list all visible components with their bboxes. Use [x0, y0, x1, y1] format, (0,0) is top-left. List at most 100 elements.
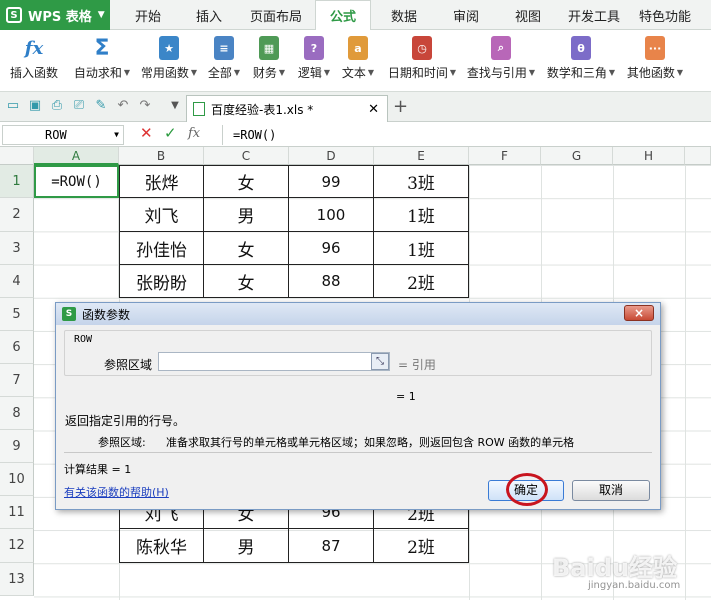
ribbon-label: 数学和三角 — [546, 66, 607, 80]
help-link[interactable]: 有关该函数的帮助(H) — [64, 484, 169, 500]
math-trig-button[interactable]: θ 数学和三角 ▼ — [542, 34, 620, 90]
cell-d3[interactable]: 96 — [289, 232, 374, 265]
tab-home[interactable]: 开始 — [126, 0, 170, 30]
insert-function-button[interactable]: fx 插入函数 — [4, 34, 64, 90]
cell-d4[interactable]: 88 — [289, 265, 374, 298]
cell-d2[interactable]: 100 — [289, 198, 374, 232]
text-book-icon: a — [348, 36, 368, 60]
row-header-1[interactable]: 1 — [0, 165, 34, 198]
app-menu-button[interactable]: S WPS 表格 ▼ — [0, 0, 110, 30]
chevron-down-icon: ▼ — [367, 68, 375, 77]
cell-b3[interactable]: 孙佳怡 — [119, 232, 204, 265]
row-header-10[interactable]: 10 — [0, 463, 34, 496]
row-header-12[interactable]: 12 — [0, 529, 34, 563]
cell-e3[interactable]: 1班 — [374, 232, 469, 265]
document-tab[interactable]: 百度经验-表1.xls * ✕ — [186, 95, 388, 122]
tab-special[interactable]: 特色功能 — [636, 0, 694, 30]
chevron-down-icon: ▼ — [608, 68, 616, 77]
cell-c4[interactable]: 女 — [204, 265, 289, 298]
cell-b2[interactable]: 刘飞 — [119, 198, 204, 232]
chevron-down-icon: ▼ — [123, 68, 131, 77]
format-painter-icon[interactable]: ✎ — [94, 99, 108, 113]
cell-b12[interactable]: 陈秋华 — [119, 529, 204, 563]
name-box-value: ROW — [45, 128, 67, 142]
other-functions-button[interactable]: ··· 其他函数 ▼ — [624, 34, 686, 90]
tab-page-layout[interactable]: 页面布局 — [246, 0, 306, 30]
clock-book-icon: ◷ — [412, 36, 432, 60]
date-time-button[interactable]: ◷ 日期和时间 ▼ — [383, 34, 461, 90]
tab-review[interactable]: 审阅 — [446, 0, 486, 30]
row-header-7[interactable]: 7 — [0, 364, 34, 397]
logic-button[interactable]: ? 逻辑 ▼ — [295, 34, 333, 90]
select-all-corner[interactable] — [0, 147, 34, 165]
insert-function-fx-icon[interactable]: fx — [188, 126, 200, 141]
app-name: WPS 表格 — [28, 9, 92, 25]
column-header-f[interactable]: F — [469, 147, 541, 165]
finance-button[interactable]: ▦ 财务 ▼ — [250, 34, 288, 90]
print-preview-icon[interactable]: ⎙ — [50, 99, 64, 113]
cell-c3[interactable]: 女 — [204, 232, 289, 265]
tab-formulas[interactable]: 公式 — [315, 0, 371, 30]
row-header-2[interactable]: 2 — [0, 198, 34, 232]
cell-e1[interactable]: 3班 — [374, 165, 469, 198]
cell-c1[interactable]: 女 — [204, 165, 289, 198]
column-header-d[interactable]: D — [289, 147, 374, 165]
row-header-4[interactable]: 4 — [0, 265, 34, 298]
row-header-9[interactable]: 9 — [0, 430, 34, 463]
name-box[interactable]: ROW ▼ — [2, 125, 124, 145]
cell-d1[interactable]: 99 — [289, 165, 374, 198]
column-header-b[interactable]: B — [119, 147, 204, 165]
row-header-3[interactable]: 3 — [0, 232, 34, 265]
ribbon-label: 日期和时间 — [387, 66, 448, 80]
save-icon[interactable]: ▣ — [28, 99, 42, 113]
cell-e4[interactable]: 2班 — [374, 265, 469, 298]
dialog-title-bar[interactable]: S 函数参数 — [56, 303, 660, 325]
range-select-icon[interactable]: ⤡ — [371, 353, 389, 370]
cell-a1[interactable]: =ROW() — [34, 165, 119, 198]
cancel-entry-icon[interactable]: ✕ — [140, 124, 153, 142]
open-folder-icon[interactable]: ▭ — [6, 99, 20, 113]
cell-b1[interactable]: 张烨 — [119, 165, 204, 198]
column-a-empty-cells[interactable] — [34, 198, 119, 298]
autosum-button[interactable]: Σ 自动求和 ▼ — [70, 34, 134, 90]
row-header-5[interactable]: 5 — [0, 298, 34, 331]
cell-b4[interactable]: 张盼盼 — [119, 265, 204, 298]
row-header-6[interactable]: 6 — [0, 331, 34, 364]
argument-result: = 引用 — [398, 358, 436, 372]
new-tab-icon[interactable]: + — [393, 96, 408, 117]
row-header-8[interactable]: 8 — [0, 397, 34, 430]
column-header-c[interactable]: C — [204, 147, 289, 165]
row-header-13[interactable]: 13 — [0, 563, 34, 596]
tab-insert[interactable]: 插入 — [186, 0, 232, 30]
redo-icon[interactable]: ↷ — [138, 99, 152, 113]
argument-input[interactable] — [158, 352, 390, 371]
column-header-i[interactable] — [685, 147, 711, 165]
print-icon[interactable]: ⎚ — [72, 99, 86, 113]
column-header-a[interactable]: A — [34, 147, 119, 165]
theta-book-icon: θ — [571, 36, 591, 60]
confirm-entry-icon[interactable]: ✓ — [164, 124, 177, 142]
dialog-close-button[interactable]: × — [624, 305, 654, 321]
formula-input[interactable]: =ROW() — [222, 125, 709, 145]
cell-c12[interactable]: 男 — [204, 529, 289, 563]
text-functions-button[interactable]: a 文本 ▼ — [339, 34, 377, 90]
tab-data[interactable]: 数据 — [384, 0, 424, 30]
tab-developer[interactable]: 开发工具 — [566, 0, 622, 30]
close-tab-icon[interactable]: ✕ — [368, 102, 379, 117]
cancel-button[interactable]: 取消 — [572, 480, 650, 501]
undo-icon[interactable]: ↶ — [116, 99, 130, 113]
cell-c2[interactable]: 男 — [204, 198, 289, 232]
cell-e2[interactable]: 1班 — [374, 198, 469, 232]
tab-view[interactable]: 视图 — [508, 0, 548, 30]
column-header-g[interactable]: G — [541, 147, 613, 165]
row-header-11[interactable]: 11 — [0, 496, 34, 529]
cell-d12[interactable]: 87 — [289, 529, 374, 563]
ribbon-label: 自动求和 — [73, 66, 122, 80]
common-functions-button[interactable]: ★ 常用函数 ▼ — [138, 34, 200, 90]
all-functions-button[interactable]: ≡ 全部 ▼ — [205, 34, 243, 90]
column-header-h[interactable]: H — [613, 147, 685, 165]
quick-access-dropdown-icon[interactable]: ▼ — [168, 99, 182, 113]
column-header-e[interactable]: E — [374, 147, 469, 165]
lookup-reference-button[interactable]: ⌕ 查找与引用 ▼ — [463, 34, 539, 90]
cell-e12[interactable]: 2班 — [374, 529, 469, 563]
